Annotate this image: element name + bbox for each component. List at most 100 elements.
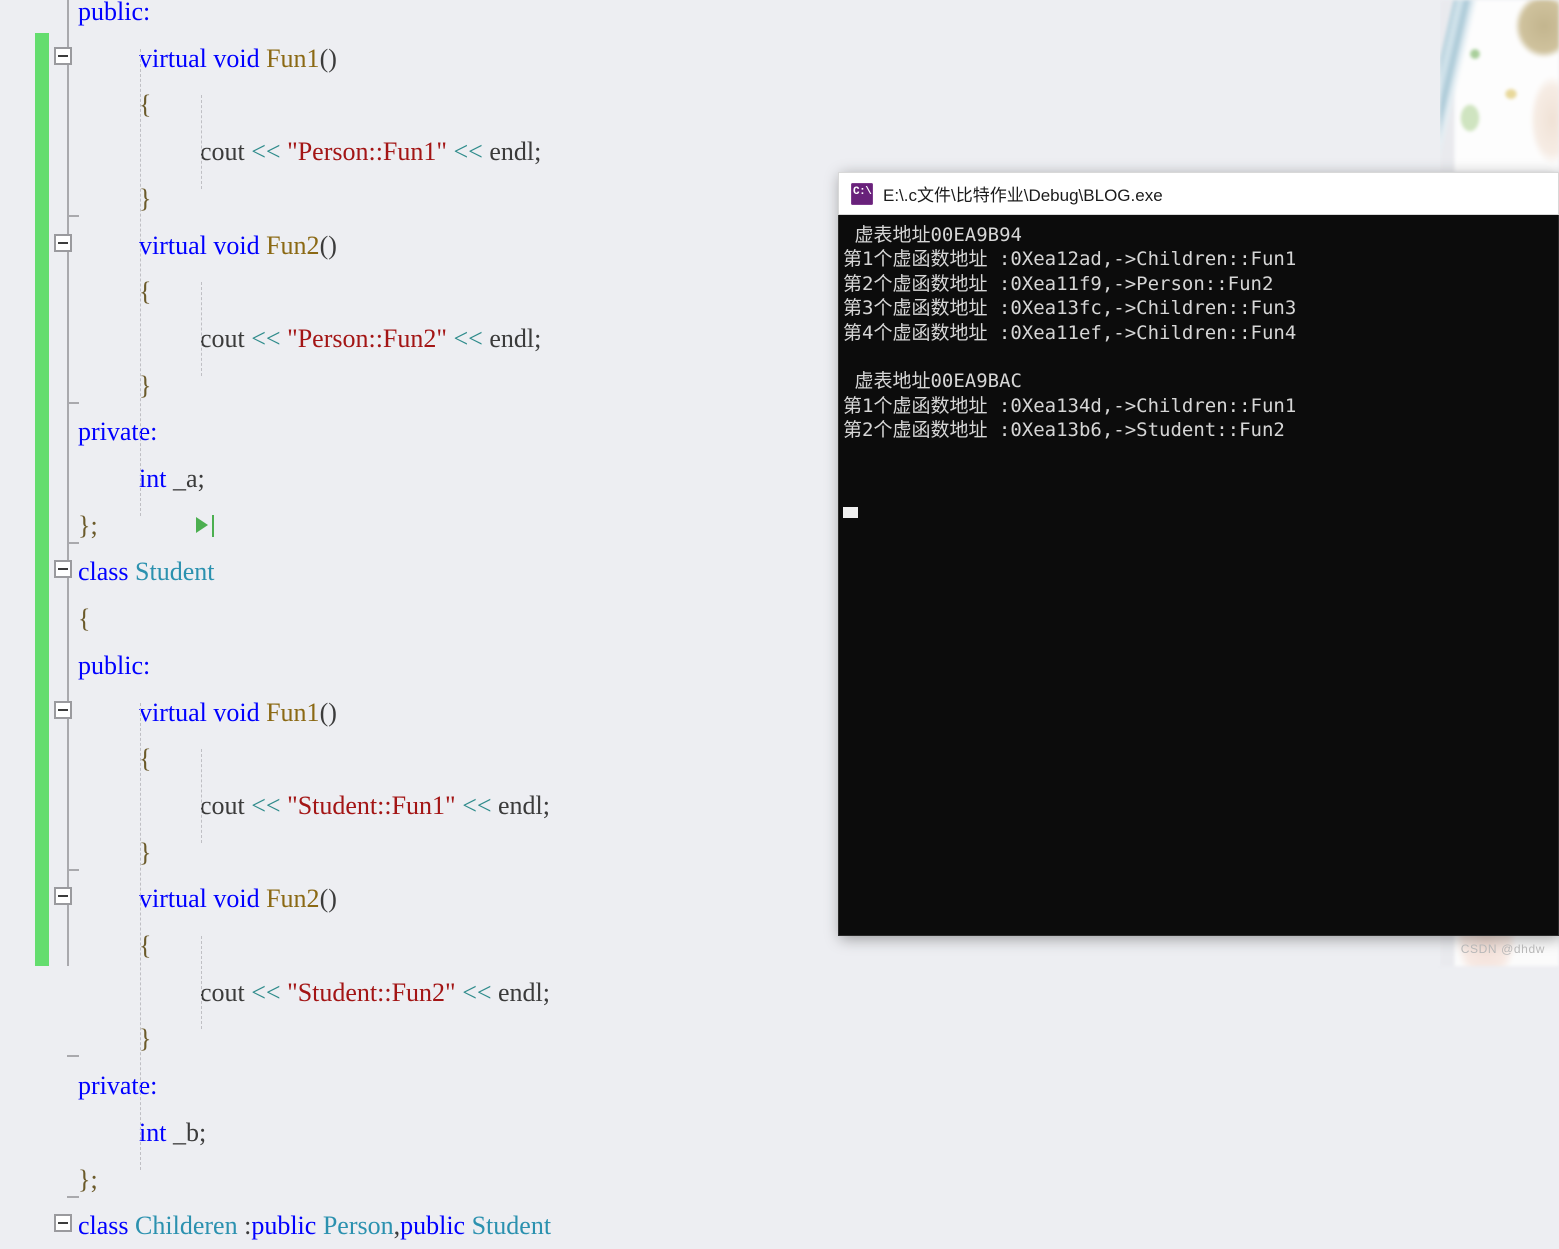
code-token: class [78,557,136,587]
fold-region-end [67,401,79,404]
code-token: private: [78,1071,158,1101]
code-line-text: private: [78,408,157,455]
console-output-text: 虚表地址00EA9B94 第1个虚函数地址 :0Xea12ad,->Childr… [843,224,1297,442]
console-title-bar[interactable]: E:\.c文件\比特作业\Debug\BLOG.exe [838,172,1559,215]
code-token: << [251,790,281,820]
code-token: cout [200,790,252,820]
code-line-text: int _b; [139,1109,206,1156]
fold-region-end [67,1195,79,1198]
code-token: class [78,1211,136,1241]
code-token: virtual void [139,43,267,73]
code-token: _a; [166,464,205,493]
code-line-text: public: [78,0,150,35]
fold-region-end [67,541,79,544]
code-token: << [453,323,483,353]
code-token: _b; [166,1117,207,1147]
code-line-text: int _a; [139,455,205,502]
indent-guide [201,749,202,843]
code-token: () [319,230,337,260]
indent-guide [201,282,202,376]
indent-guide [201,95,202,189]
code-token: }; [78,510,98,540]
code-token: virtual void [139,884,267,914]
code-line-text: cout << "Person::Fun1" << endl; [200,128,541,175]
code-token: "Person::Fun2" [287,323,448,353]
code-line: public: [0,0,1440,35]
code-token: virtual void [139,230,267,260]
fold-toggle-icon[interactable] [54,46,72,65]
code-token: { [78,604,91,634]
code-token: public [400,1211,472,1241]
code-line: } [0,1015,1440,1062]
code-token: private: [78,417,158,447]
code-token: Fun1 [266,697,320,727]
code-token: virtual void [139,697,267,727]
code-line: { [0,81,1440,128]
console-block-cursor [843,507,858,518]
code-line-text: }; [78,502,98,549]
run-to-cursor-icon[interactable] [196,517,208,533]
code-line: }; [0,1156,1440,1203]
fold-toggle-icon[interactable] [54,1214,72,1233]
code-line-text: class Student [78,548,215,595]
code-line: private: [0,1062,1440,1109]
code-token: endl; [491,790,551,820]
code-line: int _b; [0,1109,1440,1156]
code-token: cout [200,323,252,353]
code-line-text: cout << "Person::Fun2" << endl; [200,315,541,362]
code-line-text: virtual void Fun1() [139,689,337,736]
code-token: Fun2 [266,230,320,260]
text-caret [212,515,214,537]
code-token: << [251,137,281,167]
console-title-text: E:\.c文件\比特作业\Debug\BLOG.exe [883,186,1163,205]
code-line-text: virtual void Fun1() [139,35,337,82]
code-token: : [237,1211,252,1241]
code-token: public [251,1211,323,1241]
fold-toggle-icon[interactable] [54,560,72,579]
code-token: << [462,977,492,1007]
code-line: virtual void Fun1() [0,35,1440,82]
code-token: "Student::Fun2" [287,977,456,1007]
console-output-area[interactable]: 虚表地址00EA9B94 第1个虚函数地址 :0Xea12ad,->Childr… [838,215,1559,936]
code-token: () [319,697,337,727]
code-token: << [453,137,483,167]
code-token: int [139,1117,167,1147]
code-line-text: virtual void Fun2() [139,875,337,922]
code-token: public: [78,650,151,680]
fold-toggle-icon[interactable] [54,233,72,252]
code-line-text: public: [78,642,150,689]
csdn-watermark: CSDN @dhdw [1460,942,1545,956]
code-token: cout [200,977,252,1007]
code-token: () [319,43,337,73]
fold-toggle-icon[interactable] [54,700,72,719]
code-token: Student [471,1211,552,1241]
code-token: Childeren [135,1211,238,1241]
indent-guide [201,936,202,1030]
console-app-icon [851,182,873,205]
code-line-text: class Childeren :public Person,public St… [78,1202,551,1249]
code-token: endl; [482,323,542,353]
code-token: "Student::Fun1" [287,790,456,820]
code-token: Fun1 [266,43,320,73]
code-line: cout << "Person::Fun1" << endl; [0,128,1440,175]
code-line-text: private: [78,1062,157,1109]
code-token: int [139,464,167,493]
code-line-text: cout << "Student::Fun1" << endl; [200,782,550,829]
code-line: cout << "Student::Fun2" << endl; [0,969,1440,1016]
code-token: Fun2 [266,884,320,914]
code-line: class Childeren :public Person,public St… [0,1202,1440,1249]
code-token: Student [135,557,215,587]
fold-region-end [67,1055,79,1058]
code-token: << [251,977,281,1007]
code-token: }; [78,1164,98,1194]
code-token: () [319,884,337,914]
code-line-text: cout << "Student::Fun2" << endl; [200,969,550,1016]
fold-toggle-icon[interactable] [54,887,72,906]
code-line-text: }; [78,1156,98,1203]
console-window[interactable]: E:\.c文件\比特作业\Debug\BLOG.exe 虚表地址00EA9B94… [838,172,1559,936]
code-token: Person [322,1211,394,1241]
indent-guide [140,48,141,516]
desktop-wallpaper-top [1440,0,1559,172]
code-token: << [462,790,492,820]
code-token: public: [78,0,151,26]
